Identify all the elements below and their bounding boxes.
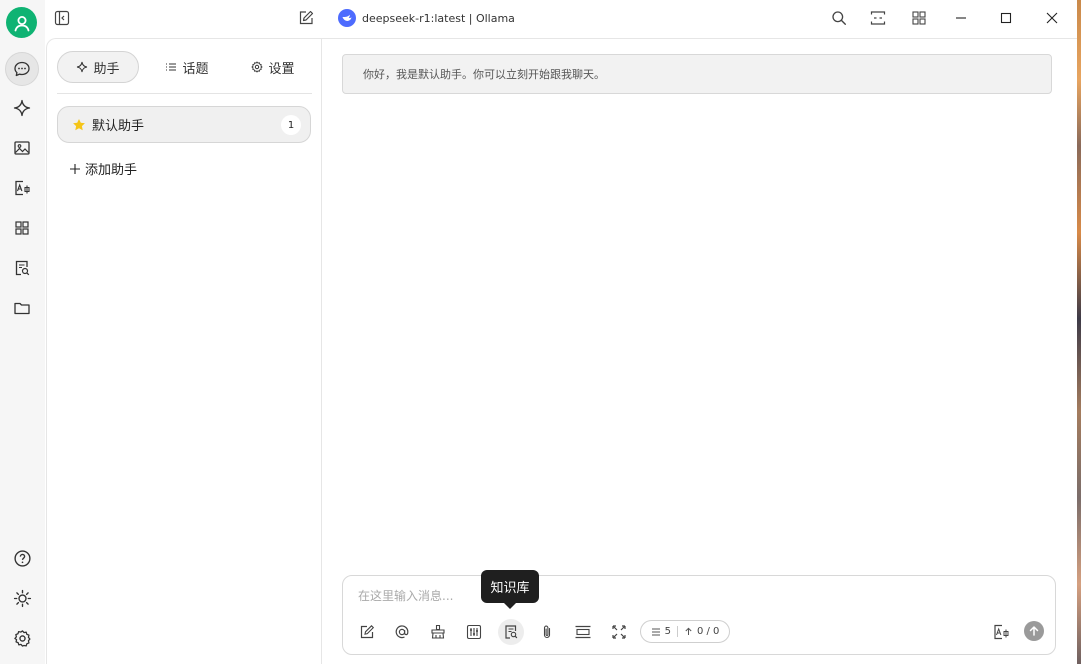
image-translate-icon: [15, 180, 30, 196]
send-button[interactable]: [1024, 621, 1044, 641]
mention-icon: [395, 625, 409, 639]
chat-title[interactable]: deepseek-r1:latest | Ollama: [338, 9, 515, 27]
theme-icon: [13, 589, 31, 607]
plus-icon: [70, 163, 80, 174]
tab-topics[interactable]: 话题: [147, 51, 227, 83]
sidebar-tabs: 助手 话题 设置: [57, 51, 312, 83]
settings-icon: [13, 629, 31, 647]
search-icon: [832, 11, 846, 25]
rail-agents-button[interactable]: [5, 91, 39, 125]
minimize-icon: [956, 17, 966, 19]
folder-icon: [14, 302, 30, 315]
model-title: deepseek-r1:latest | Ollama: [362, 11, 515, 25]
chat-settings-button[interactable]: [461, 619, 487, 645]
send-arrow-icon: [1029, 626, 1039, 636]
tab-settings[interactable]: 设置: [233, 51, 313, 83]
sparkle-icon: [77, 61, 88, 73]
fullscreen-icon: [612, 625, 626, 639]
token-count: 0 / 0: [696, 626, 720, 637]
settings-sliders-icon: [466, 624, 482, 640]
tab-settings-label: 设置: [268, 61, 295, 77]
message-input[interactable]: [358, 586, 858, 606]
minimize-button[interactable]: [952, 9, 970, 27]
pill-divider: [676, 626, 678, 637]
user-avatar[interactable]: [6, 7, 37, 38]
rail-settings-button[interactable]: [5, 621, 39, 655]
rail-chat-button[interactable]: [5, 52, 39, 86]
tab-assistants-label: 助手: [93, 61, 120, 77]
collapse-input-button[interactable]: [570, 619, 596, 645]
grid-icon: [912, 11, 926, 25]
subtitle-icon: [870, 11, 886, 25]
context-count: 5: [664, 626, 671, 637]
maximize-button[interactable]: [997, 9, 1015, 27]
new-topic-icon: [360, 625, 375, 639]
edit-icon: [299, 10, 314, 25]
layout-button[interactable]: [910, 9, 928, 27]
knowledge-base-button[interactable]: [498, 619, 524, 645]
sparkle-icon: [13, 99, 31, 117]
image-input-button[interactable]: [988, 619, 1014, 645]
clear-icon: [431, 624, 445, 639]
maximize-icon: [1000, 12, 1012, 24]
collapse-icon: [575, 625, 591, 639]
close-icon: [1046, 12, 1058, 24]
gear-icon: [251, 61, 264, 73]
chat-icon: [14, 61, 30, 77]
mention-model-button[interactable]: [389, 619, 415, 645]
rail-paint-button[interactable]: [5, 131, 39, 165]
assistant-sidebar: 助手 话题 设置 默认助手 1 添加助手: [46, 38, 322, 664]
star-icon: [73, 118, 85, 130]
tab-assistants[interactable]: 助手: [57, 51, 139, 83]
clear-context-button[interactable]: [425, 619, 451, 645]
rail-help-button[interactable]: [5, 541, 39, 575]
context-list-icon: [651, 628, 660, 635]
sidebar-toggle-icon: [54, 10, 70, 26]
tooltip-arrow: [503, 602, 517, 609]
add-assistant-label: 添加助手: [85, 163, 138, 178]
attachment-button[interactable]: [534, 619, 560, 645]
icon-rail: [0, 0, 45, 664]
sidebar-divider: [57, 93, 312, 94]
chat-area: 你好，我是默认助手。你可以立刻开始跟我聊天。 在这里输入消息... 5 0 / …: [322, 38, 1077, 664]
tab-topics-label: 话题: [182, 61, 209, 77]
deepseek-logo-icon: [338, 9, 356, 27]
toggle-sidebar-button[interactable]: [53, 9, 71, 27]
greeting-text: 你好，我是默认助手。你可以立刻开始跟我聊天。: [363, 68, 605, 81]
assistant-item-default[interactable]: 默认助手 1: [57, 106, 311, 143]
new-chat-button[interactable]: [297, 9, 315, 27]
topic-count-badge: 1: [281, 115, 301, 135]
attachment-icon: [543, 625, 551, 639]
assistant-name: 默认助手: [92, 119, 145, 134]
narrow-mode-button[interactable]: [869, 9, 887, 27]
rail-theme-button[interactable]: [5, 581, 39, 615]
apps-icon: [15, 221, 29, 235]
new-topic-button[interactable]: [354, 619, 380, 645]
rail-translate-button[interactable]: [5, 171, 39, 205]
image-icon: [14, 141, 30, 155]
list-icon: [166, 63, 177, 71]
arrow-up-icon: [685, 627, 692, 635]
assistant-greeting-message: 你好，我是默认助手。你可以立刻开始跟我聊天。: [342, 54, 1052, 94]
search-button[interactable]: [830, 9, 848, 27]
knowledge-tooltip: 知识库: [481, 570, 539, 603]
message-composer: 5 0 / 0: [342, 575, 1056, 655]
fullscreen-input-button[interactable]: [606, 619, 632, 645]
context-token-pill[interactable]: 5 0 / 0: [640, 620, 730, 643]
desktop-wallpaper-edge: [1077, 0, 1081, 664]
knowledge-icon: [15, 260, 30, 276]
rail-apps-button[interactable]: [5, 211, 39, 245]
rail-knowledge-button[interactable]: [5, 251, 39, 285]
knowledge-icon: [505, 625, 518, 639]
help-icon: [13, 549, 31, 567]
user-icon: [14, 15, 29, 31]
rail-files-button[interactable]: [5, 291, 39, 325]
image-translate-icon: [994, 624, 1009, 640]
add-assistant-button[interactable]: 添加助手: [69, 159, 137, 178]
close-button[interactable]: [1043, 9, 1061, 27]
